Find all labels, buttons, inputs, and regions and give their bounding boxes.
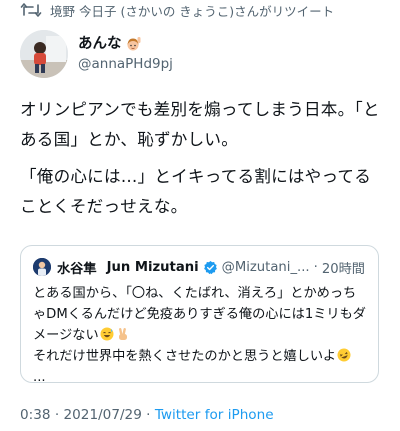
quoted-tweet-card[interactable]: 水谷隼 Jun Mizutani @Mizutani_... · 20時間 とあ…	[20, 245, 379, 385]
author-handle: @annaPHd9pj	[78, 56, 173, 72]
victory-hand-emoji	[116, 327, 130, 341]
separator: ·	[141, 407, 155, 423]
retweet-indicator[interactable]: 境野 今日子 (さかいの きょうこ)さんがリツイート	[20, 0, 334, 20]
rolling-laughing-emoji	[337, 348, 351, 362]
retweet-icon	[20, 3, 42, 17]
avatar[interactable]	[20, 30, 68, 78]
tweet-paragraph: 「俺の心には…」とイキってる割にはやってることくそだっせえな。	[20, 167, 372, 216]
quoted-text-ellipsis: ...	[33, 370, 46, 385]
retweet-text: 境野 今日子 (さかいの きょうこ)さんがリツイート	[50, 3, 335, 19]
raising-hand-girl-emoji	[125, 36, 141, 52]
quoted-tweet-text: とある国から、「〇ね、くたばれ、消えろ」とかめっちゃDMくるんだけど免疫ありすぎ…	[33, 283, 368, 388]
tweet-source-link[interactable]: Twitter for iPhone	[155, 407, 274, 423]
author-name[interactable]: あんな	[78, 35, 173, 53]
quoted-author-name: Jun Mizutani	[106, 259, 199, 275]
grinning-sweat-emoji	[100, 327, 114, 341]
quoted-author-handle: @Mizutani_...	[221, 259, 310, 275]
quoted-text-line: それだけ世界中を熱くさせたのかと思うと嬉しいよ	[33, 346, 368, 367]
quoted-text-line: とある国から、「〇ね、くたばれ、消えろ」とかめっちゃDMくるんだけど免疫ありすぎ…	[33, 286, 366, 343]
separator: ·	[50, 407, 64, 423]
quoted-tweet-time[interactable]: 20時間	[322, 258, 365, 277]
quoted-tweet-header: 水谷隼 Jun Mizutani @Mizutani_... · 20時間	[33, 257, 365, 277]
tweet-time[interactable]: 0:38	[20, 407, 51, 423]
tweet-date[interactable]: 2021/07/29	[64, 407, 142, 423]
separator: ·	[313, 259, 318, 275]
verified-badge-icon	[203, 260, 218, 275]
quoted-author-avatar	[33, 258, 51, 276]
quoted-author-name-ja: 水谷隼	[57, 261, 97, 277]
tweet-paragraph: オリンピアンでも差別を煽ってしまう日本。「とある国」とか、恥ずかしい。	[20, 100, 380, 149]
tweet-meta: 0:38 · 2021/07/29 · Twitter for iPhone	[20, 407, 274, 423]
tweet-text: オリンピアンでも差別を煽ってしまう日本。「とある国」とか、恥ずかしい。 「俺の心…	[20, 95, 382, 222]
tweet-author[interactable]: あんな @annaPHd9pj	[20, 28, 173, 80]
